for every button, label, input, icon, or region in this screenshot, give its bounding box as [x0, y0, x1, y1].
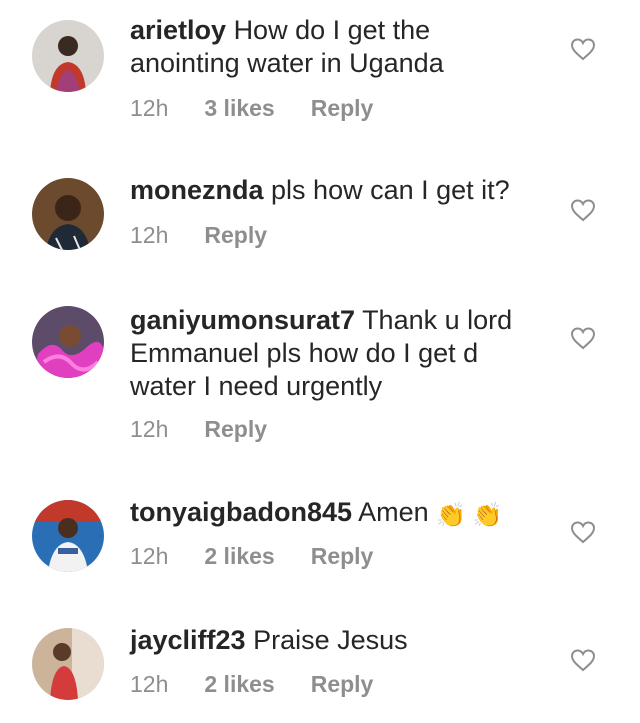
comment-meta: 12h Reply	[130, 222, 267, 249]
comment-time: 12h	[130, 416, 169, 442]
comment-body: Amen	[358, 497, 429, 527]
comment-text: moneznda pls how can I get it?	[130, 174, 530, 207]
comment-text: ganiyumonsurat7 Thank u lord Emmanuel pl…	[130, 304, 530, 403]
heart-outline-icon[interactable]	[570, 198, 596, 222]
comment-username[interactable]: tonyaigbadon845	[130, 497, 352, 527]
avatar[interactable]	[32, 628, 104, 700]
comment-time: 12h	[130, 95, 169, 121]
reply-button[interactable]: Reply	[311, 95, 374, 121]
reply-button[interactable]: Reply	[204, 222, 267, 248]
comment-meta: 12h 2 likes Reply	[130, 543, 373, 570]
reply-button[interactable]: Reply	[311, 543, 374, 569]
avatar[interactable]	[32, 20, 104, 92]
reply-button[interactable]: Reply	[204, 416, 267, 442]
comment-meta: 12h Reply	[130, 416, 267, 443]
comment-body: pls how can I get it?	[271, 175, 510, 205]
comment-body: Praise Jesus	[253, 625, 408, 655]
heart-outline-icon[interactable]	[570, 648, 596, 672]
comment-likes[interactable]: 2 likes	[204, 671, 274, 697]
heart-outline-icon[interactable]	[570, 326, 596, 350]
clapping-hands-emoji: 👏 👏	[436, 502, 503, 529]
comment-text: tonyaigbadon845 Amen 👏 👏	[130, 496, 530, 532]
comment-username[interactable]: ganiyumonsurat7	[130, 305, 355, 335]
comment-text: arietloy How do I get the anointing wate…	[130, 14, 530, 80]
avatar[interactable]	[32, 306, 104, 378]
heart-outline-icon[interactable]	[570, 520, 596, 544]
comment-meta: 12h 3 likes Reply	[130, 95, 373, 122]
reply-button[interactable]: Reply	[311, 671, 374, 697]
comment-likes[interactable]: 3 likes	[204, 95, 274, 121]
comment-likes[interactable]: 2 likes	[204, 543, 274, 569]
comment-time: 12h	[130, 543, 169, 569]
avatar[interactable]	[32, 500, 104, 572]
comment-meta: 12h 2 likes Reply	[130, 671, 373, 698]
comment-time: 12h	[130, 671, 169, 697]
avatar[interactable]	[32, 178, 104, 250]
comment-time: 12h	[130, 222, 169, 248]
comment-text: jaycliff23 Praise Jesus	[130, 624, 530, 657]
comment-username[interactable]: arietloy	[130, 15, 226, 45]
heart-outline-icon[interactable]	[570, 37, 596, 61]
comment-username[interactable]: moneznda	[130, 175, 264, 205]
comment-username[interactable]: jaycliff23	[130, 625, 246, 655]
